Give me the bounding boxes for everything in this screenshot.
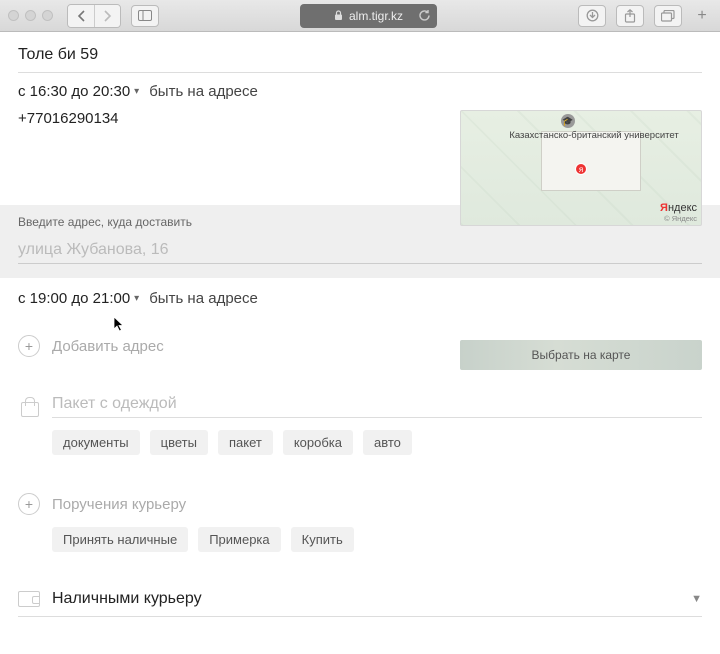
- chevron-down-icon: ▾: [134, 293, 139, 304]
- pickup-map-preview[interactable]: 🎓 Казахстанско-британский университет я …: [460, 110, 702, 226]
- chevron-down-icon: ▾: [134, 86, 139, 97]
- dropoff-time-label: с 19:00 до 21:00: [18, 290, 130, 307]
- map-provider-label: Яндекс © Яндекс: [660, 202, 697, 223]
- wallet-icon: [18, 591, 40, 607]
- chevron-down-icon: ▼: [691, 593, 702, 605]
- tag-flowers[interactable]: цветы: [150, 430, 208, 455]
- plus-icon: +: [18, 335, 40, 357]
- nav-buttons: [67, 4, 121, 28]
- package-tags: документы цветы пакет коробка авто: [52, 430, 702, 455]
- window-controls: [8, 10, 53, 21]
- map-pin-icon: я: [575, 163, 587, 175]
- tag-box[interactable]: коробка: [283, 430, 353, 455]
- close-window-icon[interactable]: [8, 10, 19, 21]
- forward-button[interactable]: [94, 5, 120, 27]
- choose-on-map-button[interactable]: Выбрать на карте: [460, 340, 702, 370]
- plus-icon: +: [18, 493, 40, 515]
- cursor-icon: [113, 316, 125, 332]
- new-tab-button[interactable]: +: [692, 7, 712, 25]
- url-text: alm.tigr.kz: [349, 9, 403, 23]
- tag-bag[interactable]: пакет: [218, 430, 273, 455]
- tabs-button[interactable]: [654, 5, 682, 27]
- package-input[interactable]: [52, 391, 702, 418]
- dropoff-time-select[interactable]: с 19:00 до 21:00 ▾: [18, 290, 139, 307]
- dropoff-time-note: быть на адресе: [149, 290, 258, 307]
- courier-tasks-label: Поручения курьеру: [52, 496, 186, 513]
- address-bar[interactable]: alm.tigr.kz: [300, 4, 437, 28]
- task-tags: Принять наличные Примерка Купить: [52, 527, 702, 552]
- pickup-time-note: быть на адресе: [149, 83, 258, 100]
- downloads-button[interactable]: [578, 5, 606, 27]
- tag-auto[interactable]: авто: [363, 430, 412, 455]
- courier-tasks-row[interactable]: + Поручения курьеру: [18, 493, 702, 515]
- add-address-label: Добавить адрес: [52, 338, 164, 355]
- browser-toolbar: alm.tigr.kz +: [0, 0, 720, 32]
- map-poi-label: Казахстанско-британский университет: [509, 131, 679, 141]
- reload-icon[interactable]: [418, 9, 431, 22]
- dropoff-address-input[interactable]: [18, 237, 702, 264]
- pickup-address[interactable]: Толе би 59: [18, 32, 702, 73]
- minimize-window-icon[interactable]: [25, 10, 36, 21]
- tag-documents[interactable]: документы: [52, 430, 140, 455]
- payment-select[interactable]: Наличными курьеру ▼: [18, 590, 702, 617]
- page-content: Толе би 59 с 16:30 до 20:30 ▾ быть на ад…: [0, 32, 720, 654]
- bag-icon: [18, 394, 40, 416]
- share-button[interactable]: [616, 5, 644, 27]
- pickup-time-select[interactable]: с 16:30 до 20:30 ▾: [18, 83, 139, 100]
- fullscreen-window-icon[interactable]: [42, 10, 53, 21]
- university-icon: 🎓: [561, 114, 575, 128]
- back-button[interactable]: [68, 5, 94, 27]
- tag-buy[interactable]: Купить: [291, 527, 354, 552]
- lock-icon: [334, 10, 343, 21]
- pickup-time-label: с 16:30 до 20:30: [18, 83, 130, 100]
- sidebar-button[interactable]: [131, 5, 159, 27]
- tag-tryon[interactable]: Примерка: [198, 527, 280, 552]
- payment-label: Наличными курьеру: [52, 590, 679, 608]
- tag-accept-cash[interactable]: Принять наличные: [52, 527, 188, 552]
